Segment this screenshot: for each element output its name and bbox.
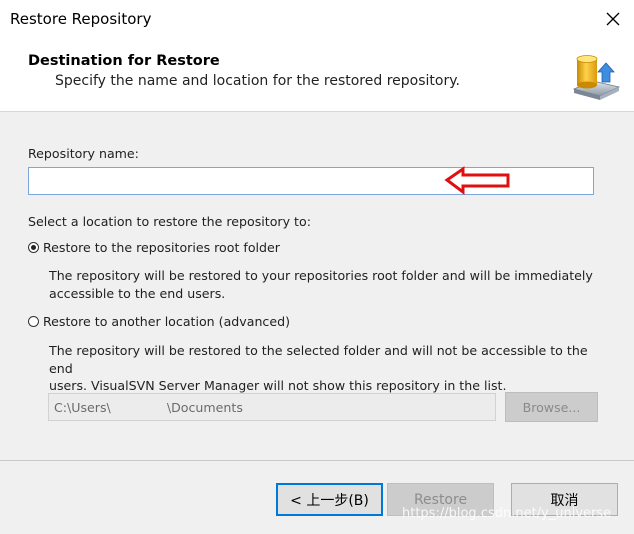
option-other-description-line-1: The repository will be restored to the s…	[49, 343, 588, 376]
footer-divider	[0, 460, 634, 461]
option-root-folder-description: The repository will be restored to your …	[49, 267, 609, 302]
option-other-location-label[interactable]: Restore to another location (advanced)	[43, 314, 290, 329]
restore-repository-dialog: Restore Repository Destination for Resto…	[0, 0, 634, 534]
red-arrow-icon	[444, 166, 510, 195]
title-bar: Restore Repository	[0, 0, 634, 38]
option-root-folder[interactable]: Restore to the repositories root folder	[28, 240, 280, 255]
database-restore-icon	[572, 55, 621, 100]
restore-path-input[interactable]	[48, 393, 496, 421]
back-button[interactable]: < 上一步(B)	[276, 483, 383, 516]
header-title: Destination for Restore	[28, 53, 220, 69]
close-icon	[606, 12, 620, 26]
repository-name-label: Repository name:	[28, 146, 139, 161]
option-root-description-line-1: The repository will be restored to your …	[49, 268, 593, 283]
location-prompt: Select a location to restore the reposit…	[28, 214, 311, 229]
close-button[interactable]	[600, 6, 626, 32]
window-title: Restore Repository	[10, 10, 152, 28]
watermark-text: https://blog.csdn.net/y_universe	[402, 506, 612, 521]
header-subtitle: Specify the name and location for the re…	[55, 73, 460, 89]
option-other-location[interactable]: Restore to another location (advanced)	[28, 314, 290, 329]
browse-button[interactable]: Browse...	[505, 392, 598, 422]
option-other-location-description: The repository will be restored to the s…	[49, 342, 609, 395]
radio-other-location[interactable]	[28, 316, 39, 327]
radio-root-folder[interactable]	[28, 242, 39, 253]
option-root-folder-label[interactable]: Restore to the repositories root folder	[43, 240, 280, 255]
option-root-description-line-2: accessible to the end users.	[49, 285, 226, 301]
wizard-header: Destination for Restore Specify the name…	[0, 38, 634, 112]
